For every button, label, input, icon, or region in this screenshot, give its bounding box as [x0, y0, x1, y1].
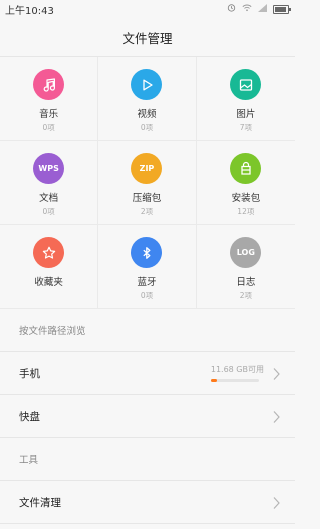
chevron-right-icon — [272, 495, 281, 509]
row-title: 手机 — [19, 367, 40, 380]
category-count: 0项 — [140, 123, 154, 132]
category-label: 音乐 — [39, 109, 59, 120]
category-label: 压缩包 — [132, 193, 162, 204]
page-title: 文件管理 — [0, 18, 295, 57]
category-images[interactable]: 图片 7项 — [196, 57, 295, 141]
category-documents[interactable]: WPS 文档 0项 — [0, 141, 99, 225]
signal-icon — [258, 3, 267, 15]
category-label: 收藏夹 — [34, 277, 63, 288]
clock: 上午10:43 — [5, 5, 54, 17]
category-logs[interactable]: LOG 日志 2项 — [196, 225, 295, 309]
category-favorites[interactable]: 收藏夹 — [0, 225, 99, 309]
category-count: 7项 — [239, 123, 252, 132]
category-count: 0项 — [140, 291, 154, 300]
category-count: 12项 — [237, 207, 255, 216]
category-count: 0项 — [42, 123, 55, 132]
browse-section-label: 按文件路径浏览 — [19, 326, 86, 337]
category-label: 视频 — [137, 109, 157, 120]
image-icon — [230, 69, 262, 100]
category-archives[interactable]: ZIP 压缩包 2项 — [98, 141, 197, 225]
category-label: 文档 — [39, 193, 59, 204]
bluetooth-icon — [131, 237, 163, 268]
category-label: 蓝牙 — [137, 277, 157, 288]
zip-icon: ZIP — [131, 153, 163, 184]
chevron-right-icon — [272, 366, 281, 380]
row-title: 文件清理 — [19, 496, 61, 509]
status-bar: 上午10:43 — [0, 0, 295, 18]
row-title: 快盘 — [19, 410, 40, 423]
file-cleanup-row[interactable]: 文件清理 — [0, 480, 295, 524]
storage-available: 11.68 GB可用 — [210, 365, 264, 374]
log-icon: LOG — [230, 237, 262, 268]
category-label: 安装包 — [231, 193, 261, 204]
alarm-icon — [227, 3, 236, 15]
music-note-icon — [33, 69, 65, 100]
category-label: 图片 — [236, 109, 256, 120]
battery-icon — [273, 4, 291, 14]
star-icon — [33, 237, 65, 268]
wifi-icon — [242, 4, 252, 15]
category-music[interactable]: 音乐 0项 — [0, 57, 99, 141]
play-icon — [131, 69, 163, 100]
tools-section-label: 工具 — [19, 455, 39, 466]
category-count: 0项 — [42, 207, 55, 216]
category-bluetooth[interactable]: 蓝牙 0项 — [98, 225, 197, 309]
category-label: 日志 — [236, 277, 256, 288]
category-count: 2项 — [140, 207, 154, 216]
storage-usage-bar — [210, 379, 259, 382]
category-count: 2项 — [239, 291, 252, 300]
kuaipan-row[interactable]: 快盘 — [0, 395, 295, 438]
category-video[interactable]: 视频 0项 — [98, 57, 197, 141]
category-packages[interactable]: 安装包 12项 — [196, 141, 295, 225]
phone-storage-row[interactable]: 手机 11.68 GB可用 — [0, 351, 295, 395]
package-icon — [230, 153, 262, 184]
wps-icon: WPS — [33, 153, 65, 184]
category-grid: 音乐 0项 视频 0项 图片 7项 WPS 文档 0项 ZIP 压缩包 2项 安… — [0, 57, 295, 309]
chevron-right-icon — [272, 409, 281, 423]
